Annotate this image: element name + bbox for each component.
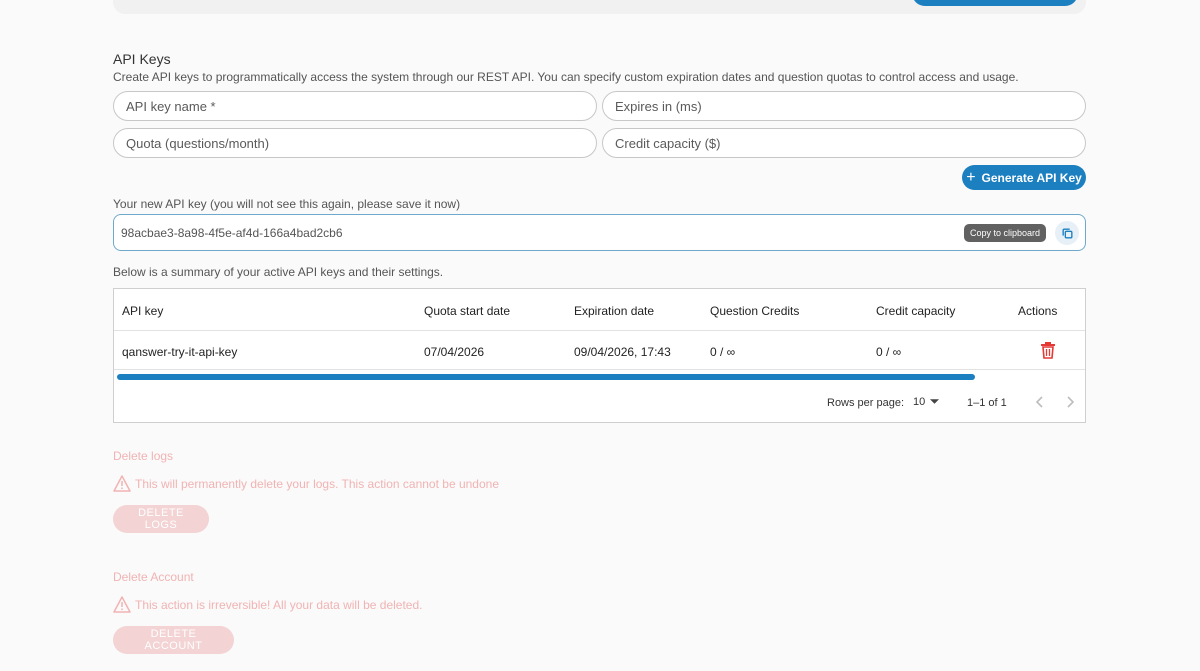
delete-logs-warning: This will permanently delete your logs. …: [113, 475, 499, 492]
new-key-field[interactable]: 98acbae3-8a98-4f5e-af4d-166a4bad2cb6 Cop…: [113, 214, 1086, 251]
copy-tooltip: Copy to clipboard: [964, 224, 1047, 242]
previous-section-button[interactable]: [912, 0, 1078, 6]
column-header-question-credits[interactable]: Question Credits: [710, 304, 799, 318]
settings-page: API Keys Create API keys to programmatic…: [0, 0, 1200, 671]
delete-logs-warning-text: This will permanently delete your logs. …: [135, 476, 499, 491]
header-divider: [114, 330, 1085, 331]
generate-api-key-label: Generate API Key: [981, 170, 1082, 185]
plus-icon: +: [966, 168, 976, 186]
api-keys-description: Create API keys to programmatically acce…: [113, 70, 1019, 84]
delete-logs-button[interactable]: DELETE LOGS: [113, 505, 209, 533]
delete-account-button[interactable]: DELETE ACCOUNT: [113, 626, 234, 654]
api-keys-table: API key Quota start date Expiration date…: [113, 288, 1086, 423]
delete-account-warning: This action is irreversible! All your da…: [113, 596, 422, 613]
pagination-range: 1–1 of 1: [967, 397, 1007, 409]
cell-expiration: 09/04/2026, 17:43: [574, 345, 671, 359]
column-header-quota-start[interactable]: Quota start date: [424, 304, 510, 318]
column-header-expiration[interactable]: Expiration date: [574, 304, 654, 318]
copy-button[interactable]: [1055, 221, 1079, 245]
cell-credit-capacity: 0 / ∞: [876, 345, 902, 359]
delete-logs-title: Delete logs: [113, 449, 174, 463]
next-page-button[interactable]: [1063, 395, 1077, 409]
delete-key-button[interactable]: [1040, 341, 1056, 364]
quota-input[interactable]: [113, 128, 597, 158]
credit-capacity-input[interactable]: [602, 128, 1086, 158]
column-header-credit-capacity[interactable]: Credit capacity: [876, 304, 955, 318]
column-header-actions: Actions: [1018, 304, 1058, 318]
row-divider: [114, 369, 1085, 370]
cell-question-credits: 0 / ∞: [710, 345, 736, 359]
cell-quota-start: 07/04/2026: [424, 345, 485, 359]
api-key-name-input[interactable]: [113, 91, 597, 121]
column-header-api-key[interactable]: API key: [122, 304, 163, 318]
new-key-value: 98acbae3-8a98-4f5e-af4d-166a4bad2cb6: [121, 226, 343, 240]
delete-account-title: Delete Account: [113, 570, 194, 584]
new-key-label: Your new API key (you will not see this …: [113, 197, 461, 211]
rows-per-page-label: Rows per page:: [827, 397, 905, 409]
dropdown-arrow-icon: [930, 399, 940, 404]
chevron-left-icon: [1035, 396, 1043, 408]
trash-icon: [1041, 342, 1055, 359]
generate-api-key-button[interactable]: + Generate API Key: [962, 165, 1086, 190]
api-keys-title: API Keys: [113, 51, 171, 67]
chevron-right-icon: [1067, 396, 1075, 408]
rows-per-page-value: 10: [913, 396, 926, 408]
warning-icon: [113, 475, 131, 492]
expires-in-input[interactable]: [602, 91, 1086, 121]
rows-per-page-select[interactable]: 10: [913, 396, 940, 408]
delete-account-warning-text: This action is irreversible! All your da…: [135, 597, 423, 612]
summary-text: Below is a summary of your active API ke…: [113, 265, 444, 279]
cell-api-key: qanswer-try-it-api-key: [122, 345, 238, 359]
copy-icon: [1061, 227, 1073, 239]
horizontal-scrollbar[interactable]: [117, 374, 975, 380]
previous-page-button[interactable]: [1033, 395, 1047, 409]
warning-icon: [113, 596, 131, 613]
